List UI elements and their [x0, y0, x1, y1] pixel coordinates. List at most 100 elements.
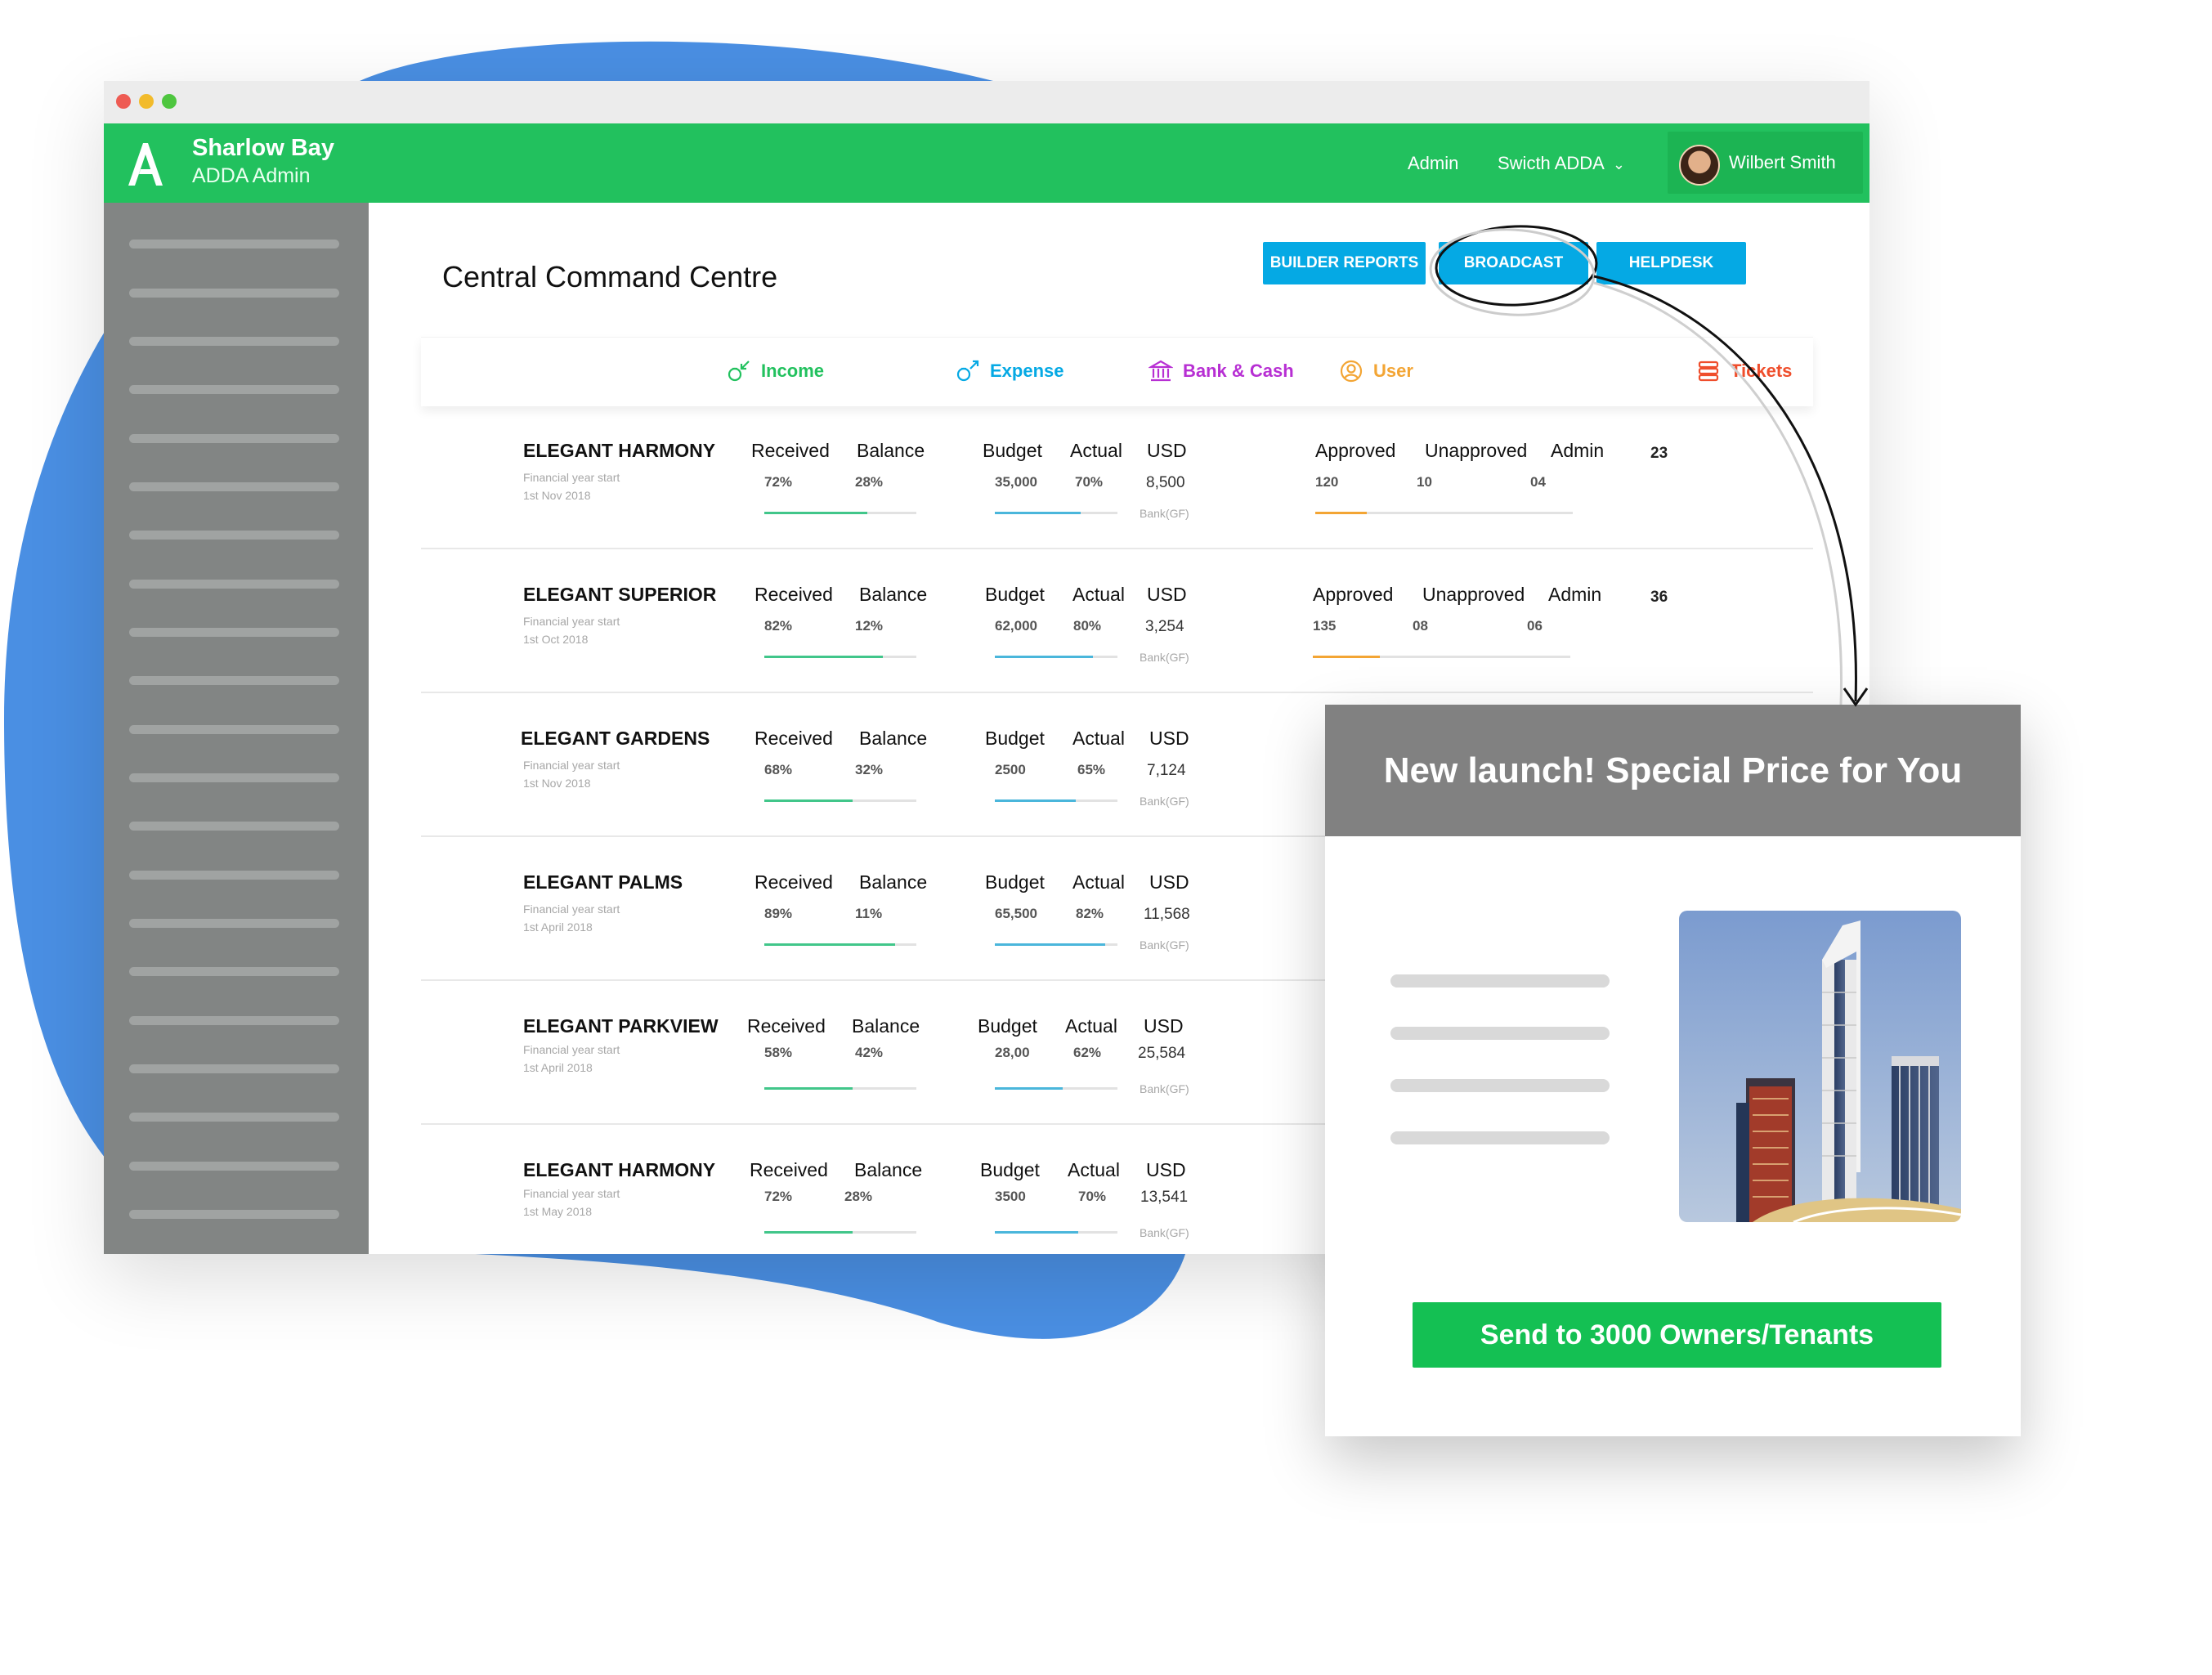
sidebar-item-placeholder[interactable] [129, 773, 339, 782]
switch-adda-label: Swicth ADDA [1498, 153, 1605, 173]
sidebar-item-placeholder[interactable] [129, 482, 339, 491]
received-progress-fill [764, 512, 868, 514]
bank-icon [1149, 360, 1173, 382]
maximize-window-dot[interactable] [162, 94, 177, 109]
sidebar-item-placeholder[interactable] [129, 871, 339, 880]
received-progress-fill [764, 656, 884, 658]
tab-income-label: Income [761, 361, 825, 381]
balance-value: 42% [855, 1045, 884, 1060]
bank-gf-label: Bank(GF) [1140, 1082, 1189, 1095]
sidebar-item-placeholder[interactable] [129, 1210, 339, 1219]
tab-income[interactable]: Income [727, 359, 824, 383]
actual-value: 65% [1077, 762, 1106, 777]
community-name: ELEGANT GARDENS [521, 728, 710, 749]
fy-label: Financial year start [523, 759, 620, 772]
text-placeholder-line [1390, 974, 1610, 988]
user-menu[interactable]: Wilbert Smith [1668, 132, 1863, 194]
table-row[interactable]: ELEGANT SUPERIOR Financial year start 1s… [421, 549, 1813, 693]
actual-header: Actual [1068, 1159, 1120, 1180]
actual-progress-fill [995, 512, 1081, 514]
broadcast-title: New launch! Special Price for You [1383, 750, 1963, 790]
tab-bank-cash[interactable]: Bank & Cash [1149, 359, 1294, 383]
budget-value: 35,000 [995, 474, 1037, 490]
received-header: Received [754, 584, 833, 605]
sidebar-item-placeholder[interactable] [129, 822, 339, 831]
actual-header: Actual [1070, 440, 1122, 461]
admin-value: 04 [1530, 474, 1546, 490]
budget-header: Budget [980, 1159, 1040, 1180]
received-value: 72% [764, 474, 793, 490]
budget-header: Budget [985, 871, 1045, 893]
tab-bank-cash-label: Bank & Cash [1183, 361, 1294, 381]
nav-admin-link[interactable]: Admin [1408, 153, 1458, 174]
received-progress [764, 1087, 916, 1090]
fy-label: Financial year start [523, 471, 620, 484]
received-progress [764, 512, 916, 514]
tab-tickets-label: Tickets [1731, 361, 1793, 381]
received-header: Received [747, 1015, 826, 1037]
fy-date: 1st April 2018 [523, 1061, 593, 1074]
sidebar-item-placeholder[interactable] [129, 1064, 339, 1073]
tab-user[interactable]: User [1339, 359, 1413, 383]
sidebar-item-placeholder[interactable] [129, 531, 339, 540]
approved-value: 120 [1315, 474, 1339, 490]
sidebar-item-placeholder[interactable] [129, 240, 339, 249]
sidebar-item-placeholder[interactable] [129, 1016, 339, 1025]
sidebar-item-placeholder[interactable] [129, 628, 339, 637]
sidebar-item-placeholder[interactable] [129, 1162, 339, 1171]
tickets-count: 36 [1650, 589, 1668, 606]
approved-header: Approved [1313, 584, 1394, 605]
received-value: 89% [764, 906, 793, 921]
table-row[interactable]: ELEGANT HARMONY Financial year start 1st… [421, 405, 1813, 549]
tickets-icon [1698, 361, 1719, 382]
sidebar-item-placeholder[interactable] [129, 967, 339, 976]
close-window-dot[interactable] [116, 94, 131, 109]
unapproved-value: 08 [1413, 618, 1428, 634]
tab-expense[interactable]: Expense [956, 359, 1064, 383]
text-placeholder-line [1390, 1079, 1610, 1092]
usd-value: 13,541 [1140, 1189, 1189, 1206]
switch-adda-dropdown[interactable]: Swicth ADDA ⌄ [1498, 153, 1625, 174]
actual-progress [995, 1231, 1117, 1234]
fy-date: 1st Nov 2018 [523, 777, 591, 790]
sidebar-item-placeholder[interactable] [129, 919, 339, 928]
user-name: Wilbert Smith [1729, 152, 1836, 172]
community-name: ELEGANT PARKVIEW [523, 1015, 719, 1037]
actual-value: 82% [1076, 906, 1104, 921]
actual-value: 62% [1073, 1045, 1102, 1060]
received-progress-fill [764, 943, 895, 946]
received-value: 58% [764, 1045, 793, 1060]
sidebar-item-placeholder[interactable] [129, 337, 339, 346]
builder-reports-button[interactable]: BUILDER REPORTS [1263, 242, 1426, 284]
usd-header: USD [1149, 728, 1189, 749]
sidebar-item-placeholder[interactable] [129, 676, 339, 685]
avatar [1679, 145, 1720, 186]
bank-gf-label: Bank(GF) [1140, 651, 1189, 664]
community-name[interactable]: Sharlow Bay [192, 135, 334, 162]
minimize-window-dot[interactable] [139, 94, 154, 109]
sidebar-item-placeholder[interactable] [129, 1113, 339, 1122]
community-name: ELEGANT HARMONY [523, 1159, 716, 1180]
sidebar-item-placeholder[interactable] [129, 289, 339, 298]
sidebar-item-placeholder[interactable] [129, 725, 339, 734]
community-name: ELEGANT SUPERIOR [523, 584, 717, 605]
category-tabs: Income Expense Bank & Cash User Tickets [421, 337, 1813, 406]
adda-logo-icon[interactable] [125, 140, 164, 187]
budget-value: 2500 [995, 762, 1026, 777]
budget-value: 62,000 [995, 618, 1037, 634]
usd-header: USD [1147, 584, 1187, 605]
usd-value: 7,124 [1147, 762, 1186, 779]
balance-value: 28% [844, 1189, 873, 1204]
broadcast-button[interactable]: BROADCAST [1439, 242, 1588, 284]
usd-header: USD [1147, 440, 1187, 461]
tab-tickets[interactable]: Tickets [1696, 359, 1792, 383]
sidebar-item-placeholder[interactable] [129, 385, 339, 394]
sidebar-item-placeholder[interactable] [129, 434, 339, 443]
actual-value: 80% [1073, 618, 1102, 634]
send-broadcast-button[interactable]: Send to 3000 Owners/Tenants [1413, 1302, 1941, 1368]
usd-value: 25,584 [1138, 1045, 1186, 1062]
helpdesk-button[interactable]: HELPDESK [1596, 242, 1746, 284]
sidebar-item-placeholder[interactable] [129, 580, 339, 589]
fy-label: Financial year start [523, 1043, 620, 1056]
fy-date: 1st April 2018 [523, 920, 593, 934]
